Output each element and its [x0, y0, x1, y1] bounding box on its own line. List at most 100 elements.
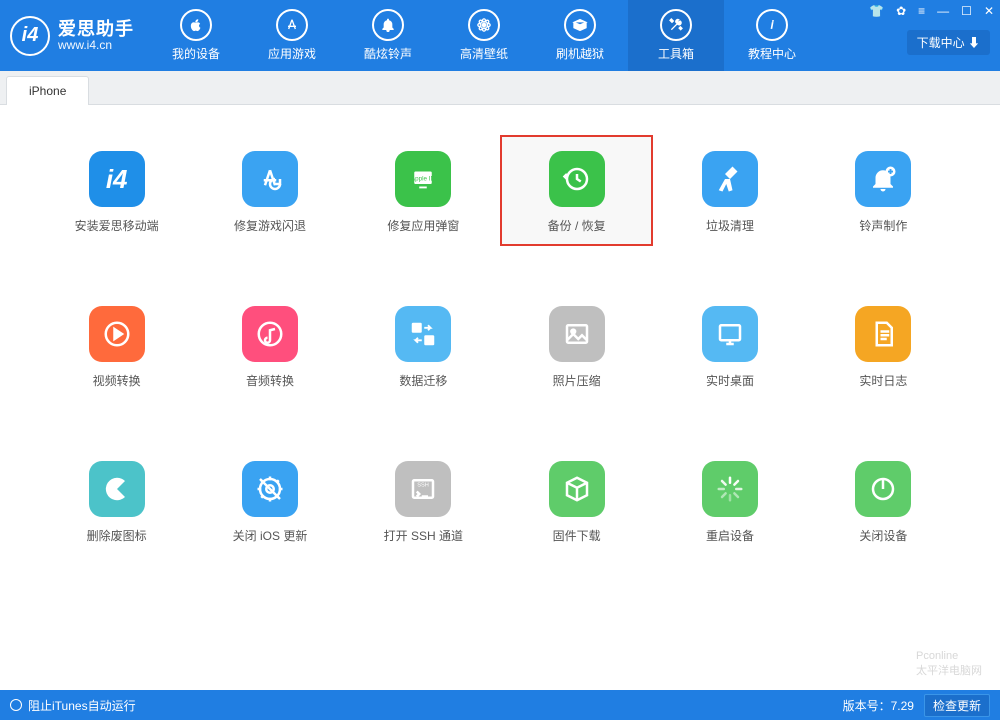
nav-wallpapers[interactable]: 高清壁纸 [436, 0, 532, 71]
apple-icon [180, 9, 212, 41]
footer-right: 版本号：7.29 检查更新 [843, 694, 990, 717]
box-open-icon [564, 9, 596, 41]
tool-label: 实时日志 [859, 372, 907, 389]
i4-icon: i4 [89, 151, 145, 207]
tool-junk-clean[interactable]: 垃圾清理 [653, 135, 806, 246]
info-icon: i [756, 9, 788, 41]
settings-icon[interactable]: ✿ [896, 4, 906, 18]
nav-tutorials[interactable]: i 教程中心 [724, 0, 820, 71]
nav-flash-jailbreak[interactable]: 刷机越狱 [532, 0, 628, 71]
tool-delete-dead-icons[interactable]: 删除废图标 [40, 445, 193, 556]
brand-icon: i4 [10, 16, 50, 56]
pacman-icon [89, 461, 145, 517]
gear-slash-icon [242, 461, 298, 517]
monitor-icon [702, 306, 758, 362]
tool-video-convert[interactable]: 视频转换 [40, 290, 193, 401]
brand: i4 爱思助手 www.i4.cn [0, 0, 148, 71]
terminal-icon: SSH [395, 461, 451, 517]
nav-ringtones[interactable]: 酷炫铃声 [340, 0, 436, 71]
device-tabs: iPhone [0, 71, 1000, 105]
check-update-button[interactable]: 检查更新 [924, 694, 990, 717]
toggle-off-icon[interactable] [10, 699, 22, 711]
tool-label: 垃圾清理 [706, 217, 754, 234]
tool-photo-compress[interactable]: 照片压缩 [500, 290, 653, 401]
tool-install-i4-mobile[interactable]: i4 安装爱思移动端 [40, 135, 193, 246]
broom-icon [702, 151, 758, 207]
nav-label: 刷机越狱 [556, 45, 604, 62]
tool-label: 音频转换 [246, 372, 294, 389]
tool-label: 固件下载 [553, 527, 601, 544]
nav-label: 工具箱 [658, 45, 694, 62]
tool-disable-ios-update[interactable]: 关闭 iOS 更新 [193, 445, 346, 556]
tool-reboot-device[interactable]: 重启设备 [653, 445, 806, 556]
tool-fix-game-crash[interactable]: 修复游戏闪退 [193, 135, 346, 246]
nav-label: 应用游戏 [268, 45, 316, 62]
svg-text:Apple ID: Apple ID [411, 175, 435, 182]
tool-audio-convert[interactable]: 音频转换 [193, 290, 346, 401]
tool-label: 关闭 iOS 更新 [233, 527, 308, 544]
tool-label: 修复游戏闪退 [234, 217, 306, 234]
cube-icon [549, 461, 605, 517]
tools-icon [660, 9, 692, 41]
tools-grid: i4 安装爱思移动端 修复游戏闪退 Apple ID 修复应用弹窗 备份 / 恢… [40, 135, 960, 556]
transfer-icon [395, 306, 451, 362]
document-icon [855, 306, 911, 362]
tool-label: 视频转换 [93, 372, 141, 389]
nav-label: 高清壁纸 [460, 45, 508, 62]
time-restore-icon [549, 151, 605, 207]
minimize-icon[interactable]: — [937, 4, 949, 18]
tool-label: 修复应用弹窗 [387, 217, 459, 234]
skin-icon[interactable]: 👕 [869, 4, 884, 18]
tab-iphone[interactable]: iPhone [6, 76, 89, 105]
tool-live-desktop[interactable]: 实时桌面 [653, 290, 806, 401]
status-bar: 阻止iTunes自动运行 版本号：7.29 检查更新 [0, 690, 1000, 720]
tool-label: 关闭设备 [859, 527, 907, 544]
flower-icon [468, 9, 500, 41]
app-header: i4 爱思助手 www.i4.cn 我的设备 应用游戏 酷炫铃声 高清壁纸 刷机… [0, 0, 1000, 71]
nav-my-device[interactable]: 我的设备 [148, 0, 244, 71]
close-icon[interactable]: ✕ [984, 4, 994, 18]
nav-label: 我的设备 [172, 45, 220, 62]
brand-text: 爱思助手 www.i4.cn [58, 20, 134, 52]
itunes-block-toggle[interactable]: 阻止iTunes自动运行 [28, 697, 136, 714]
tool-label: 安装爱思移动端 [75, 217, 159, 234]
image-icon [549, 306, 605, 362]
power-icon [855, 461, 911, 517]
tool-shutdown-device[interactable]: 关闭设备 [807, 445, 960, 556]
tool-data-migrate[interactable]: 数据迁移 [347, 290, 500, 401]
maximize-icon[interactable]: ☐ [961, 4, 972, 18]
brand-cn: 爱思助手 [58, 20, 134, 40]
tool-label: 删除废图标 [87, 527, 147, 544]
loading-icon [702, 461, 758, 517]
tool-fix-app-popup[interactable]: Apple ID 修复应用弹窗 [347, 135, 500, 246]
tool-label: 备份 / 恢复 [548, 217, 606, 234]
tool-label: 照片压缩 [553, 372, 601, 389]
window-controls: 👕 ✿ ≡ — ☐ ✕ [869, 4, 994, 18]
version-label: 版本号：7.29 [843, 697, 914, 714]
bell-plus-icon [855, 151, 911, 207]
music-note-icon [242, 306, 298, 362]
footer-left: 阻止iTunes自动运行 [10, 697, 136, 714]
nav-apps-games[interactable]: 应用游戏 [244, 0, 340, 71]
apple-id-icon: Apple ID [395, 151, 451, 207]
tool-ringtone-maker[interactable]: 铃声制作 [807, 135, 960, 246]
tool-label: 实时桌面 [706, 372, 754, 389]
menu-icon[interactable]: ≡ [918, 4, 925, 18]
svg-text:SSH: SSH [418, 483, 430, 489]
tool-live-log[interactable]: 实时日志 [807, 290, 960, 401]
play-circle-icon [89, 306, 145, 362]
nav-label: 教程中心 [748, 45, 796, 62]
bell-icon [372, 9, 404, 41]
tool-backup-restore[interactable]: 备份 / 恢复 [500, 135, 653, 246]
toolbox-body: i4 安装爱思移动端 修复游戏闪退 Apple ID 修复应用弹窗 备份 / 恢… [0, 105, 1000, 690]
download-center-button[interactable]: 下载中心 ⬇ [907, 30, 990, 55]
tool-label: 打开 SSH 通道 [384, 527, 463, 544]
tool-firmware-download[interactable]: 固件下载 [500, 445, 653, 556]
nav-toolbox[interactable]: 工具箱 [628, 0, 724, 71]
appstore-refresh-icon [242, 151, 298, 207]
tool-label: 重启设备 [706, 527, 754, 544]
appstore-icon [276, 9, 308, 41]
tool-open-ssh[interactable]: SSH 打开 SSH 通道 [347, 445, 500, 556]
nav-label: 酷炫铃声 [364, 45, 412, 62]
main-nav: 我的设备 应用游戏 酷炫铃声 高清壁纸 刷机越狱 工具箱 i 教程中心 [148, 0, 820, 71]
